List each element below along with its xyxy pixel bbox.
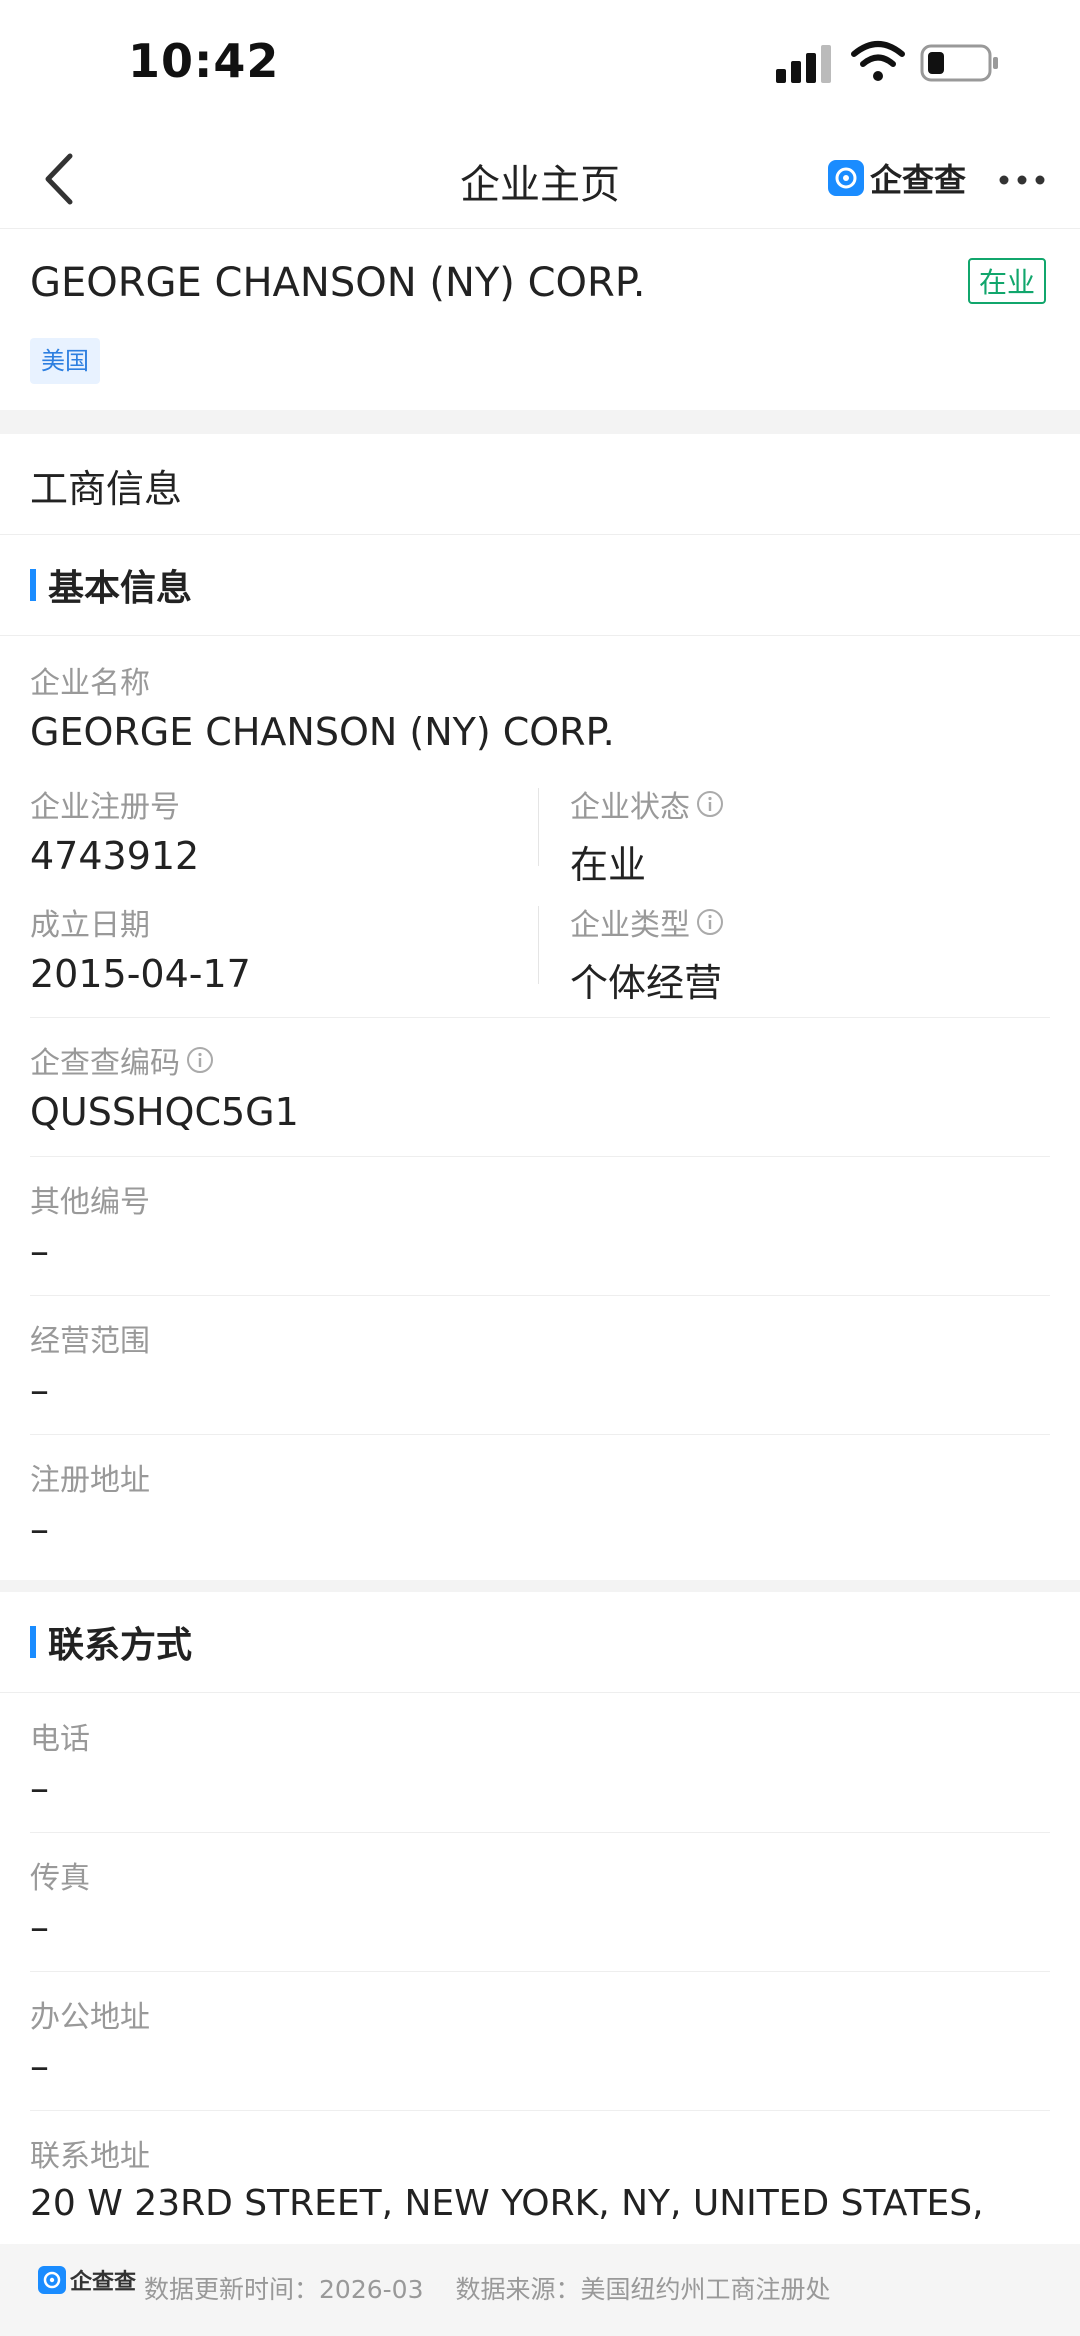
status-badge: 在业 xyxy=(968,258,1046,304)
field-registered-address: 注册地址 – xyxy=(30,1455,150,1551)
field-value: – xyxy=(30,1229,49,1273)
qcc-logo-icon xyxy=(828,160,864,196)
field-value: 4743912 xyxy=(30,834,200,878)
footer-text: 数据更新时间：2026-03 数据来源：美国纽约州工商注册处 xyxy=(144,2270,854,2306)
field-label: 联系地址 xyxy=(30,2139,150,2174)
row-divider xyxy=(30,2110,1050,2111)
row-divider xyxy=(30,1832,1050,1833)
contact-heading: 联系方式 xyxy=(0,1592,1080,1693)
update-value: 2026-03 xyxy=(319,2275,424,2304)
field-fax: 传真 – xyxy=(30,1853,90,1949)
field-value: – xyxy=(30,1507,49,1551)
field-label: 成立日期 xyxy=(30,908,150,943)
field-business-scope: 经营范围 – xyxy=(30,1316,150,1412)
field-founded-date: 成立日期 2015-04-17 xyxy=(30,900,251,996)
field-label: 注册地址 xyxy=(30,1463,150,1498)
source-value: 美国纽约州工商注册处 xyxy=(580,2275,831,2304)
row-divider xyxy=(30,1971,1050,1972)
country-badge: 美国 xyxy=(30,338,100,384)
section-divider xyxy=(0,1580,1080,1592)
field-label: 企业名称 xyxy=(30,666,150,701)
field-label: 企业注册号 xyxy=(30,790,180,825)
field-label: 其他编号 xyxy=(30,1185,150,1220)
field-value: 个体经营 xyxy=(570,961,723,1005)
field-qcc-code: 企查查编码 QUSSHQC5G1 xyxy=(30,1038,299,1134)
field-phone: 电话 – xyxy=(30,1714,90,1810)
field-office-address: 办公地址 – xyxy=(30,1992,150,2088)
wifi-icon xyxy=(851,41,905,81)
contact-heading-text: 联系方式 xyxy=(48,1625,193,1666)
field-contact-address: 联系地址 20 W 23RD STREET, NEW YORK, NY, UNI… xyxy=(30,2131,1060,2224)
column-divider xyxy=(538,906,539,984)
accent-bar xyxy=(30,1626,36,1658)
field-label: 电话 xyxy=(30,1722,90,1757)
brand-name: 企查查 xyxy=(870,161,967,199)
row-divider xyxy=(30,1156,1050,1157)
field-value: – xyxy=(30,1905,49,1949)
field-label: 企业状态 xyxy=(570,790,690,825)
status-time: 10:42 xyxy=(128,34,280,88)
section-divider xyxy=(0,410,1080,434)
field-label: 办公地址 xyxy=(30,2000,150,2035)
basic-info-heading-text: 基本信息 xyxy=(48,568,193,609)
signal-icon xyxy=(776,45,831,83)
column-divider xyxy=(538,788,539,866)
field-label: 企业类型 xyxy=(570,908,690,943)
field-company-status: 企业状态 在业 xyxy=(570,782,724,889)
data-source-footer: 企查查 数据更新时间：2026-03 数据来源：美国纽约州工商注册处 xyxy=(0,2244,1080,2336)
field-value: QUSSHQC5G1 xyxy=(30,1090,299,1134)
field-label: 传真 xyxy=(30,1861,90,1896)
field-label: 企查查编码 xyxy=(30,1046,180,1081)
field-value: – xyxy=(30,2044,49,2088)
battery-icon xyxy=(920,44,998,82)
field-value: GEORGE CHANSON (NY) CORP. xyxy=(30,710,615,754)
section-title: 工商信息 xyxy=(30,467,183,511)
source-label: 数据来源： xyxy=(455,2275,581,2304)
field-company-name: 企业名称 GEORGE CHANSON (NY) CORP. xyxy=(30,658,615,754)
info-icon[interactable] xyxy=(696,908,724,936)
field-value: – xyxy=(30,1766,49,1810)
field-value: 在业 xyxy=(570,843,647,887)
company-header: GEORGE CHANSON (NY) CORP. 在业 美国 xyxy=(0,230,1080,410)
field-value: 20 W 23RD STREET, NEW YORK, NY, UNITED S… xyxy=(30,2183,984,2224)
row-divider xyxy=(30,1434,1050,1435)
field-other-number: 其他编号 – xyxy=(30,1177,150,1273)
field-label: 经营范围 xyxy=(30,1324,150,1359)
info-icon[interactable] xyxy=(186,1046,214,1074)
footer-brand: 企查查 xyxy=(38,2264,136,2296)
footer-brand-name: 企查查 xyxy=(70,2270,137,2295)
field-value: – xyxy=(30,1368,49,1412)
field-company-type: 企业类型 个体经营 xyxy=(570,900,724,1007)
field-registration-number: 企业注册号 4743912 xyxy=(30,782,199,878)
accent-bar xyxy=(30,569,36,601)
company-name: GEORGE CHANSON (NY) CORP. xyxy=(30,260,646,306)
more-options-icon[interactable] xyxy=(996,160,1048,200)
qcc-logo-icon xyxy=(38,2266,66,2294)
basic-info-heading: 基本信息 xyxy=(0,535,1080,636)
update-label: 数据更新时间： xyxy=(144,2275,320,2304)
row-divider xyxy=(30,1295,1050,1296)
status-bar: 10:42 xyxy=(0,0,1080,130)
row-divider xyxy=(30,1017,1050,1018)
info-icon[interactable] xyxy=(696,790,724,818)
nav-bar: 企业主页 企查查 xyxy=(0,130,1080,229)
brand-logo[interactable]: 企查查 xyxy=(828,152,966,204)
field-value: 2015-04-17 xyxy=(30,952,251,996)
